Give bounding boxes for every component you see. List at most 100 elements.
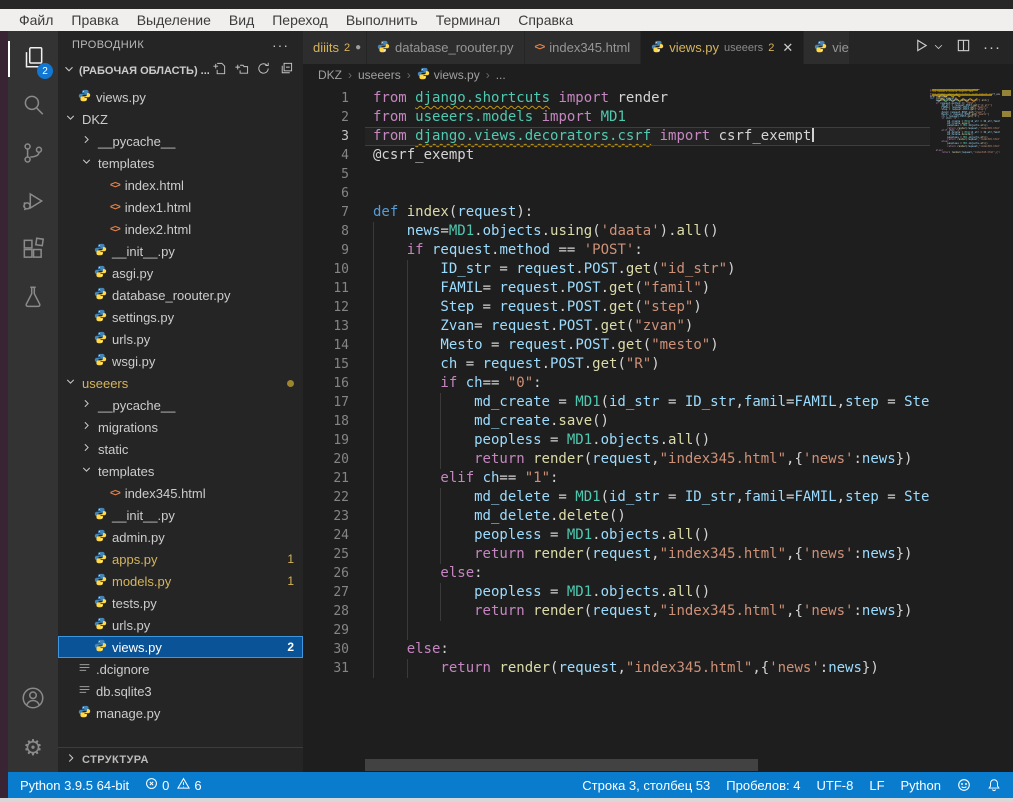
code-line-5[interactable]: 5 [303,165,930,184]
tree-item-apps-py[interactable]: apps.py1 [58,548,303,570]
settings-button[interactable]: ⚙ [8,724,58,772]
menu-item-справка[interactable]: Справка [509,12,582,28]
tree-item-database-roouter-py[interactable]: database_roouter.py [58,284,303,306]
code-line-31[interactable]: 31return render(request,"index345.html",… [303,659,930,678]
code-line-19[interactable]: 19peopless = MD1.objects.all() [303,431,930,450]
split-editor-icon[interactable] [956,38,971,58]
menu-item-переход[interactable]: Переход [263,12,337,28]
tree-item-wsgi-py[interactable]: wsgi.py [58,350,303,372]
tree-item-admin-py[interactable]: admin.py [58,526,303,548]
tab-index345-html[interactable]: <>index345.html [525,31,642,64]
tree-item-models-py[interactable]: models.py1 [58,570,303,592]
code-line-14[interactable]: 14Mesto = request.POST.get("mesto") [303,336,930,355]
tree-item-urls-py[interactable]: urls.py [58,328,303,350]
explorer-activity-button[interactable]: 2 [8,35,58,83]
menu-item-выделение[interactable]: Выделение [128,12,220,28]
code-line-29[interactable]: 29 [303,621,930,640]
menu-bar[interactable]: ФайлПравкаВыделениеВидПереходВыполнитьТе… [0,9,1013,31]
tree-item-db-sqlite3[interactable]: db.sqlite3 [58,680,303,702]
menu-item-вид[interactable]: Вид [220,12,263,28]
tree-item-index2-html[interactable]: <>index2.html [58,218,303,240]
code-line-6[interactable]: 6 [303,184,930,203]
refresh-icon[interactable] [256,61,271,81]
code-line-16[interactable]: 16if ch== "0": [303,374,930,393]
menu-item-выполнить[interactable]: Выполнить [337,12,427,28]
tree-item-static[interactable]: static [58,438,303,460]
notifications-bell-icon[interactable] [987,778,1001,792]
tree-item-manage-py[interactable]: manage.py [58,702,303,724]
code-editor[interactable]: 1from django.shortcuts import render2fro… [303,86,1013,772]
status-item-строка-3-столбец-53[interactable]: Строка 3, столбец 53 [582,778,710,793]
tree-item-templates[interactable]: templates [58,460,303,482]
code-line-22[interactable]: 22md_delete = MD1(id_str = ID_str,famil=… [303,488,930,507]
code-line-1[interactable]: 1from django.shortcuts import render [303,89,930,108]
python-interpreter-item[interactable]: Python 3.9.5 64-bit [20,778,129,793]
outline-section-header[interactable]: СТРУКТУРА [58,747,303,772]
tree-item-asgi-py[interactable]: asgi.py [58,262,303,284]
tab-diiits[interactable]: diiits2● [303,31,367,64]
close-icon[interactable]: ✕ [782,40,793,56]
tree-item-settings-py[interactable]: settings.py [58,306,303,328]
workspace-section-header[interactable]: (РАБОЧАЯ ОБЛАСТЬ) ... [58,58,303,84]
tree-item-pycache[interactable]: __pycache__ [58,130,303,152]
status-item-пробелов-4[interactable]: Пробелов: 4 [726,778,800,793]
menu-item-правка[interactable]: Правка [62,12,127,28]
code-line-13[interactable]: 13Zvan= request.POST.get("zvan") [303,317,930,336]
tree-item-templates[interactable]: templates [58,152,303,174]
tree-item-useeers[interactable]: useeers [58,372,303,394]
code-line-11[interactable]: 11FAMIL= request.POST.get("famil") [303,279,930,298]
status-item-python[interactable]: Python [901,778,941,793]
tab-database-roouter-py[interactable]: database_roouter.py [367,31,525,64]
code-line-30[interactable]: 30else: [303,640,930,659]
code-line-15[interactable]: 15ch = request.POST.get("R") [303,355,930,374]
collapse-all-icon[interactable] [278,61,293,81]
feedback-icon[interactable] [957,778,971,792]
code-line-12[interactable]: 12Step = request.POST.get("step") [303,298,930,317]
code-line-10[interactable]: 10ID_str = request.POST.get("id_str") [303,260,930,279]
status-item-lf[interactable]: LF [869,778,884,793]
code-line-8[interactable]: 8news=MD1.objects.using('daata').all() [303,222,930,241]
tree-item-tests-py[interactable]: tests.py [58,592,303,614]
code-line-24[interactable]: 24peopless = MD1.objects.all() [303,526,930,545]
code-line-9[interactable]: 9if request.method == 'POST': [303,241,930,260]
run-debug-activity-button[interactable] [8,179,58,227]
run-dropdown-chevron-icon[interactable] [933,39,944,57]
code-line-18[interactable]: 18md_create.save() [303,412,930,431]
breadcrumb-item-[interactable]: ... [496,68,506,82]
code-line-25[interactable]: 25return render(request,"index345.html",… [303,545,930,564]
sidebar-more-actions-icon[interactable]: ··· [272,37,289,53]
run-python-file-icon[interactable] [914,38,929,58]
code-line-2[interactable]: 2from useeers.models import MD1 [303,108,930,127]
new-file-icon[interactable] [212,61,227,81]
tree-item-init-py[interactable]: __init__.py [58,504,303,526]
tree-item-views-py[interactable]: views.py2 [58,636,303,658]
horizontal-scrollbar[interactable] [365,759,758,771]
problems-item[interactable]: 0 6 [145,777,201,793]
testing-activity-button[interactable] [8,275,58,323]
tree-item-index345-html[interactable]: <>index345.html [58,482,303,504]
source-control-activity-button[interactable] [8,131,58,179]
code-line-3[interactable]: 3from django.views.decorators.csrf impor… [303,127,930,146]
minimap[interactable]: from django.shortcuts import renderfrom … [930,89,1000,772]
tab-views-py[interactable]: views.pyuseeers2✕ [641,31,804,64]
tab-vie[interactable]: vie [804,31,850,64]
code-line-23[interactable]: 23md_delete.delete() [303,507,930,526]
code-line-7[interactable]: 7def index(request): [303,203,930,222]
code-line-4[interactable]: 4@csrf_exempt [303,146,930,165]
code-line-21[interactable]: 21elif ch== "1": [303,469,930,488]
code-line-28[interactable]: 28return render(request,"index345.html",… [303,602,930,621]
search-activity-button[interactable] [8,83,58,131]
editor-more-actions-icon[interactable]: ··· [983,39,1001,56]
tree-item-dkz[interactable]: DKZ [58,108,303,130]
menu-item-файл[interactable]: Файл [10,12,62,28]
account-button[interactable] [8,676,58,724]
breadcrumb-item-views-py[interactable]: views.py [417,67,480,83]
breadcrumb-item-dkz[interactable]: DKZ [318,68,342,82]
code-line-27[interactable]: 27peopless = MD1.objects.all() [303,583,930,602]
breadcrumb-item-useeers[interactable]: useeers [358,68,401,82]
tree-item-index1-html[interactable]: <>index1.html [58,196,303,218]
status-item-utf-8[interactable]: UTF-8 [817,778,854,793]
tree-item-migrations[interactable]: migrations [58,416,303,438]
code-line-26[interactable]: 26else: [303,564,930,583]
tree-item-views-py[interactable]: views.py [58,86,303,108]
